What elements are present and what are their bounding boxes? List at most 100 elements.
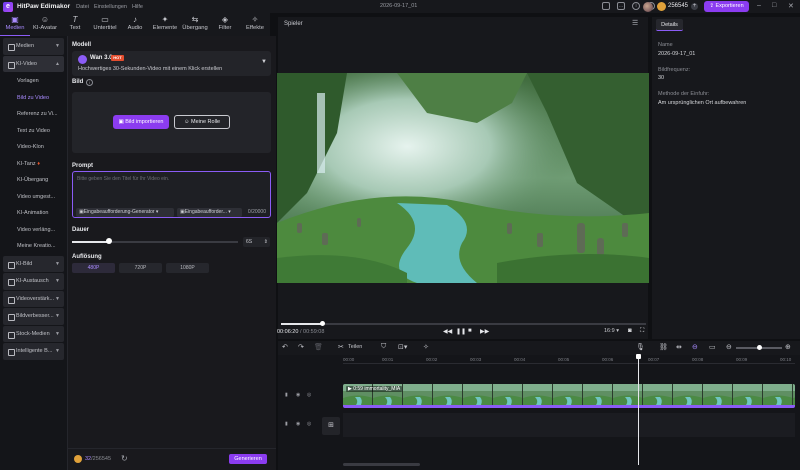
next-frame-icon[interactable]: ▶▶: [480, 328, 489, 335]
sidebar-item-referenz-zu-video[interactable]: Referenz zu Vi...: [0, 106, 67, 123]
image-upload-area[interactable]: ▣ Bild importieren ☺ Meine Rolle: [72, 92, 271, 153]
lock-icon[interactable]: ▮: [285, 421, 288, 427]
info-icon[interactable]: i: [86, 79, 93, 86]
playback-progress[interactable]: [281, 323, 646, 325]
lock-icon[interactable]: ▮: [285, 392, 288, 398]
tab-untertitel[interactable]: ▭ Untertitel: [90, 13, 120, 36]
track-link-icon[interactable]: ⊖: [692, 343, 698, 351]
pause-icon[interactable]: ❚❚: [456, 328, 466, 335]
zoom-slider-knob[interactable]: [757, 345, 762, 350]
mute-icon[interactable]: ◎: [307, 392, 311, 398]
sidebar-item-bildverbesserer[interactable]: Bildverbesser... ▼: [3, 308, 64, 325]
menu-icon[interactable]: ☰: [632, 19, 638, 27]
sidebar-item-video-klon[interactable]: Video-Klon: [0, 139, 67, 156]
sidebar-item-ki-tanz[interactable]: KI-Tanz ♦: [0, 156, 67, 173]
message-icon[interactable]: …: [617, 2, 625, 10]
user-avatar[interactable]: [643, 2, 653, 12]
fullscreen-icon[interactable]: ⛶: [640, 328, 644, 335]
menu-hilfe[interactable]: Hilfe: [132, 4, 143, 10]
resolution-1080p[interactable]: 1080P: [166, 263, 209, 273]
stop-icon[interactable]: ■: [468, 328, 472, 334]
generation-cost: 32/256545: [85, 456, 112, 462]
timeline-scrollbar[interactable]: [343, 463, 420, 466]
resolution-720p[interactable]: 720P: [119, 263, 162, 273]
crop-icon[interactable]: ⊡▾: [398, 343, 407, 351]
model-selector[interactable]: Wan 3.0 HOT Hochwertiges 30-Sekunden-Vid…: [72, 51, 271, 76]
tab-elemente[interactable]: ✦ Elemente: [150, 13, 180, 36]
sidebar-item-ki-animation[interactable]: KI-Animation: [0, 205, 67, 222]
aspect-ratio-selector[interactable]: 16:9 ▾: [604, 328, 619, 334]
link-icon[interactable]: ⛓: [659, 343, 668, 351]
playback-knob[interactable]: [320, 321, 325, 326]
playhead-handle[interactable]: [636, 354, 641, 359]
export-button[interactable]: ⇪ Exportieren: [704, 1, 749, 12]
microphone-icon[interactable]: 🎙: [636, 343, 645, 351]
delete-icon[interactable]: 🗑: [314, 343, 323, 351]
share-label[interactable]: Teilen: [348, 344, 362, 350]
shield-icon[interactable]: ⛉: [381, 343, 386, 351]
sidebar-item-vorlagen[interactable]: Vorlagen: [0, 73, 67, 90]
empty-track[interactable]: [343, 413, 795, 437]
sidebar-item-ki-austausch[interactable]: KI-Austausch ▼: [3, 273, 64, 290]
sidebar-item-stock-medien[interactable]: Stock-Medien ▼: [3, 325, 64, 342]
undo-icon[interactable]: ↶: [282, 343, 288, 351]
sidebar-item-video-verlaengern[interactable]: Video verläng...: [0, 222, 67, 239]
duration-stepper[interactable]: 6S ⇕: [243, 237, 270, 247]
timeline-ruler[interactable]: [343, 363, 795, 364]
tab-filter[interactable]: ◈ Filter: [210, 13, 240, 36]
resolution-480p[interactable]: 480P: [72, 263, 115, 273]
refresh-icon[interactable]: ↻: [121, 454, 128, 463]
tab-details[interactable]: Details: [656, 19, 683, 31]
add-credits-button[interactable]: +: [691, 3, 698, 10]
tab-ki-avatar[interactable]: ☺ KI-Avatar: [30, 13, 60, 36]
layout-icon[interactable]: [602, 2, 610, 10]
previous-frame-icon[interactable]: ◀◀: [443, 328, 452, 335]
close-icon[interactable]: ✕: [788, 2, 794, 10]
sidebar-item-ki-video[interactable]: KI-Video ▲: [3, 55, 64, 72]
visibility-icon[interactable]: ◉: [296, 421, 300, 427]
sidebar-item-meine-kreationen[interactable]: Meine Kreatio...: [0, 238, 67, 255]
zoom-in-icon[interactable]: ⊕: [785, 343, 791, 351]
tab-effekte[interactable]: ✧ Effekte: [240, 13, 270, 36]
info-icon[interactable]: i: [632, 2, 640, 10]
redo-icon[interactable]: ↷: [298, 343, 304, 351]
caption-icon[interactable]: ▭: [709, 343, 716, 351]
prompt-generator-chip[interactable]: ▣Eingabeaufforderung-Generator ▾: [76, 208, 174, 217]
my-role-button[interactable]: ☺ Meine Rolle: [174, 115, 230, 129]
sidebar-item-videoverstaerker[interactable]: Videoverstärk... ▼: [3, 290, 64, 307]
sidebar-item-medien[interactable]: Medien ▼: [3, 38, 64, 55]
duration-slider[interactable]: [72, 241, 238, 243]
tab-uebergang[interactable]: ⇆ Übergang: [180, 13, 210, 36]
maximize-icon[interactable]: □: [772, 2, 776, 9]
playhead[interactable]: [638, 355, 639, 465]
sidebar-item-text-zu-video[interactable]: Text zu Video: [0, 123, 67, 140]
video-preview[interactable]: [277, 73, 649, 283]
prompt-template-chip[interactable]: ▣Eingabeaufforder... ▾: [177, 208, 242, 217]
mute-icon[interactable]: ◎: [307, 421, 311, 427]
tab-text[interactable]: T Text: [60, 13, 90, 36]
snapshot-icon[interactable]: ◙: [628, 328, 632, 334]
menu-datei[interactable]: Datei: [76, 4, 89, 10]
duration-slider-knob[interactable]: [106, 238, 112, 244]
visibility-icon[interactable]: ◉: [296, 392, 300, 398]
prompt-input[interactable]: Bitte geben Sie den Titel für Ihr Video …: [72, 171, 271, 218]
caret-down-icon: ▼: [261, 59, 267, 65]
add-media-button[interactable]: ⊞: [322, 417, 340, 435]
tab-audio[interactable]: ♪ Audio: [120, 13, 150, 36]
sidebar-item-ki-uebergang[interactable]: KI-Übergang: [0, 172, 67, 189]
magnet-icon[interactable]: ⇹: [676, 343, 682, 351]
effects-icon: ✧: [251, 15, 259, 24]
split-icon[interactable]: ✂: [338, 343, 344, 351]
menu-einstellungen[interactable]: Einstellungen: [94, 4, 127, 10]
sidebar-item-ki-bild[interactable]: KI-Bild ▼: [3, 255, 64, 272]
sidebar-item-intelligente-b[interactable]: Intelligente B... ▼: [3, 343, 64, 360]
video-clip[interactable]: ▶ 0:59 immortality_MIA: [343, 384, 795, 408]
tab-medien[interactable]: ▣ Medien: [0, 13, 30, 36]
sparkle-icon[interactable]: ✧: [423, 343, 429, 351]
sidebar-item-bild-zu-video[interactable]: Bild zu Video: [0, 90, 67, 107]
import-image-button[interactable]: ▣ Bild importieren: [113, 115, 169, 129]
sidebar-item-video-umgestalten[interactable]: Video umgest...: [0, 189, 67, 206]
minimize-icon[interactable]: –: [757, 2, 761, 9]
zoom-out-icon[interactable]: ⊖: [726, 343, 732, 351]
generate-button[interactable]: Generieren: [229, 454, 267, 464]
